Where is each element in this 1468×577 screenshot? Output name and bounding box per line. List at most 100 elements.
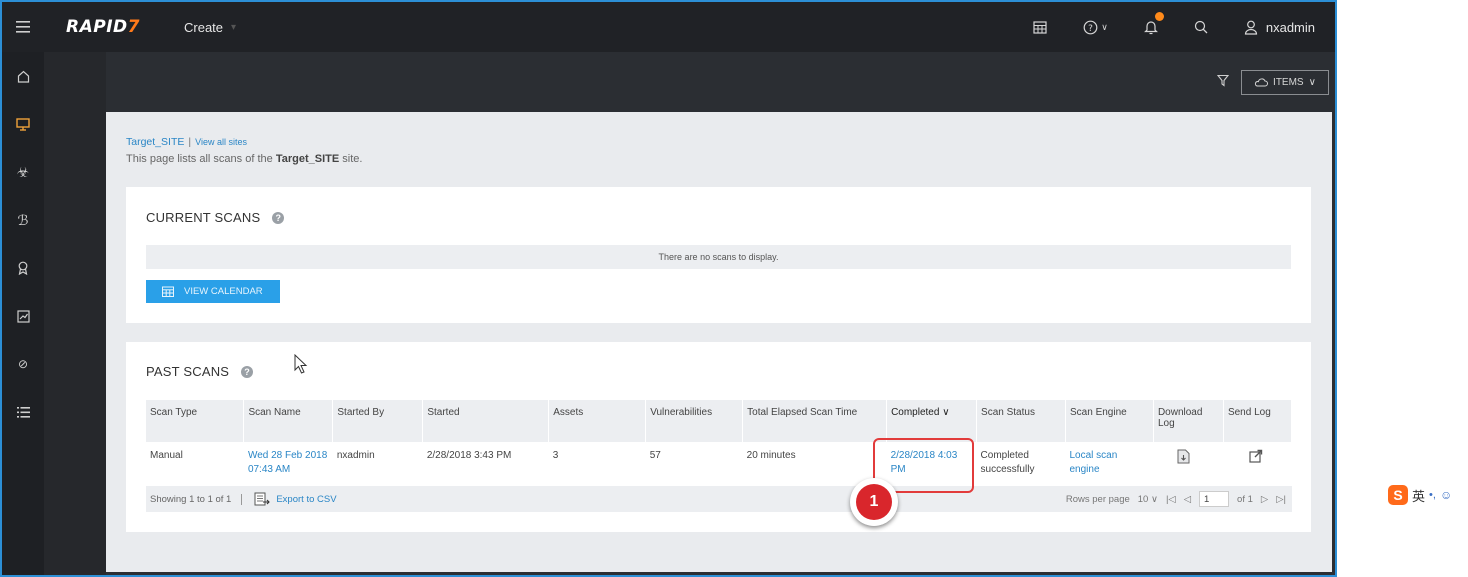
column-header-sorted[interactable]: Completed ∨ (886, 400, 978, 442)
column-header[interactable]: Started By (332, 400, 424, 442)
sidebar-item-administration[interactable] (2, 388, 44, 436)
export-csv-label: Export to CSV (276, 493, 337, 505)
pagination-controls: Rows per page 10 ∨ |◁ ◁ 1 of 1 ▷ ▷| (1066, 486, 1286, 512)
vulnerabilities-cell: 57 (649, 450, 661, 461)
breadcrumb: Target_SITE | View all sites (126, 136, 247, 148)
top-bar: RAPID7 Create ▾ ? ∨ nxadmin (2, 2, 1335, 52)
cloud-icon (1254, 78, 1269, 87)
column-header[interactable]: Scan Type (146, 400, 245, 442)
send-log-cell (1223, 442, 1291, 486)
sort-descending-icon: ∨ (939, 407, 950, 418)
column-header[interactable]: Total Elapsed Scan Time (742, 400, 888, 442)
table-row: Manual Wed 28 Feb 2018 07:43 AM nxadmin … (146, 442, 1292, 486)
download-log-button[interactable] (1177, 449, 1190, 469)
ime-language-indicator: 英 (1412, 488, 1426, 504)
csv-export-icon (254, 492, 271, 505)
help-icon: ? (1083, 20, 1098, 34)
column-header[interactable]: Download Log (1153, 400, 1224, 442)
table-header-row: Scan Type Scan Name Started By Started A… (146, 400, 1293, 442)
filter-bar: ITEMS ∨ (106, 52, 1335, 112)
hamburger-icon (16, 21, 30, 33)
sidebar-item-reports[interactable] (2, 292, 44, 340)
description-site-name: Target_SITE (275, 153, 340, 165)
past-scans-title: PAST SCANS ? (146, 364, 254, 379)
user-menu[interactable]: nxadmin (1244, 20, 1315, 35)
scan-engine-link[interactable]: Local scan engine (1066, 442, 1154, 486)
sidebar-item-vulnerabilities[interactable]: ☣ (2, 148, 44, 196)
next-page-icon[interactable]: ▷ (1261, 494, 1268, 505)
help-icon[interactable]: ? (272, 211, 285, 224)
create-menu[interactable]: Create (184, 20, 223, 35)
page-description: This page lists all scans of the Target_… (126, 153, 363, 165)
sidebar-item-assets[interactable] (2, 100, 44, 148)
past-scans-table: Scan Type Scan Name Started By Started A… (146, 400, 1293, 486)
rows-per-page-select[interactable]: 10 ∨ (1138, 494, 1158, 505)
started-cell: 2/28/2018 3:43 PM (426, 450, 512, 461)
annotation-step-marker: 1 (850, 478, 898, 526)
view-all-sites-link[interactable]: View all sites (195, 137, 247, 147)
breadcrumb-site-link[interactable]: Target_SITE (126, 136, 184, 148)
top-bar-actions: ? ∨ nxadmin (997, 2, 1335, 52)
empty-message: There are no scans to display. (658, 252, 779, 262)
showing-count: Showing 1 to 1 of 1 (146, 493, 243, 505)
main-content: Target_SITE | View all sites This page lis… (106, 112, 1332, 572)
calendar-icon (162, 286, 174, 297)
left-sidebar: ☣ ℬ ⊘ (2, 52, 44, 575)
scan-name-link[interactable]: Wed 28 Feb 2018 07:43 AM (244, 442, 333, 486)
column-header[interactable]: Scan Status (976, 400, 1066, 442)
view-calendar-button[interactable]: VIEW CALENDAR (146, 280, 280, 303)
download-document-icon (1177, 449, 1190, 464)
previous-page-icon[interactable]: ◁ (1184, 494, 1191, 505)
sidebar-item-home[interactable] (2, 52, 44, 100)
sidebar-item-exceptions[interactable] (2, 244, 44, 292)
sidebar-item-policies[interactable]: ℬ (2, 196, 44, 244)
policy-icon: ℬ (17, 211, 29, 228)
share-icon (1249, 449, 1263, 463)
chart-icon (16, 309, 30, 323)
current-scans-card: CURRENT SCANS ? There are no scans to di… (126, 187, 1311, 323)
home-icon (17, 70, 29, 83)
notification-badge (1154, 12, 1164, 21)
current-scans-title: CURRENT SCANS ? (146, 210, 285, 225)
page-gutter (44, 52, 106, 575)
started-by-cell: nxadmin (336, 450, 375, 461)
notifications-button[interactable] (1143, 12, 1164, 35)
last-page-icon[interactable]: ▷| (1276, 494, 1286, 505)
rows-per-page-label: Rows per page (1065, 493, 1130, 505)
chevron-down-icon: ∨ (1308, 77, 1316, 88)
step-number: 1 (856, 484, 892, 520)
view-calendar-label: VIEW CALENDAR (184, 286, 263, 297)
sogou-logo-icon: S (1388, 485, 1408, 505)
column-header[interactable]: Assets (548, 400, 647, 442)
items-dropdown[interactable]: ITEMS ∨ (1241, 70, 1329, 95)
column-header[interactable]: Scan Name (243, 400, 334, 442)
search-button[interactable] (1194, 20, 1208, 34)
assets-cell: 3 (552, 450, 559, 461)
column-header[interactable]: Send Log (1223, 400, 1293, 442)
column-header[interactable]: Started (422, 400, 550, 442)
table-pager: Showing 1 to 1 of 1 Export to CSV Rows p… (146, 486, 1292, 512)
filter-button[interactable] (1216, 74, 1230, 90)
tag-icon: ⊘ (17, 357, 29, 371)
help-menu-button[interactable]: ? ∨ (1083, 20, 1108, 35)
chevron-down-icon: ▾ (231, 21, 237, 33)
help-icon[interactable]: ? (241, 365, 254, 378)
current-scans-empty-row: There are no scans to display. (146, 245, 1291, 269)
ime-toolbar[interactable]: S 英 •, ☺ (1388, 485, 1452, 505)
column-header[interactable]: Vulnerabilities (645, 400, 744, 442)
rapid7-logo[interactable]: RAPID7 (66, 17, 140, 37)
sidebar-item-tags[interactable]: ⊘ (2, 340, 44, 388)
hamburger-menu-button[interactable] (2, 2, 44, 52)
send-log-button[interactable] (1249, 449, 1263, 468)
column-header[interactable]: Scan Engine (1065, 400, 1154, 442)
chevron-down-icon: ∨ (1101, 21, 1108, 32)
biohazard-icon: ☣ (16, 163, 30, 180)
monitor-icon (16, 117, 30, 131)
page-number-input[interactable]: 1 (1199, 491, 1230, 507)
ribbon-icon (18, 261, 28, 275)
list-icon (16, 406, 30, 418)
first-page-icon[interactable]: |◁ (1166, 494, 1176, 505)
items-label: ITEMS (1273, 77, 1304, 88)
calendar-grid-button[interactable] (1033, 20, 1047, 34)
export-csv-button[interactable]: Export to CSV (254, 492, 337, 507)
